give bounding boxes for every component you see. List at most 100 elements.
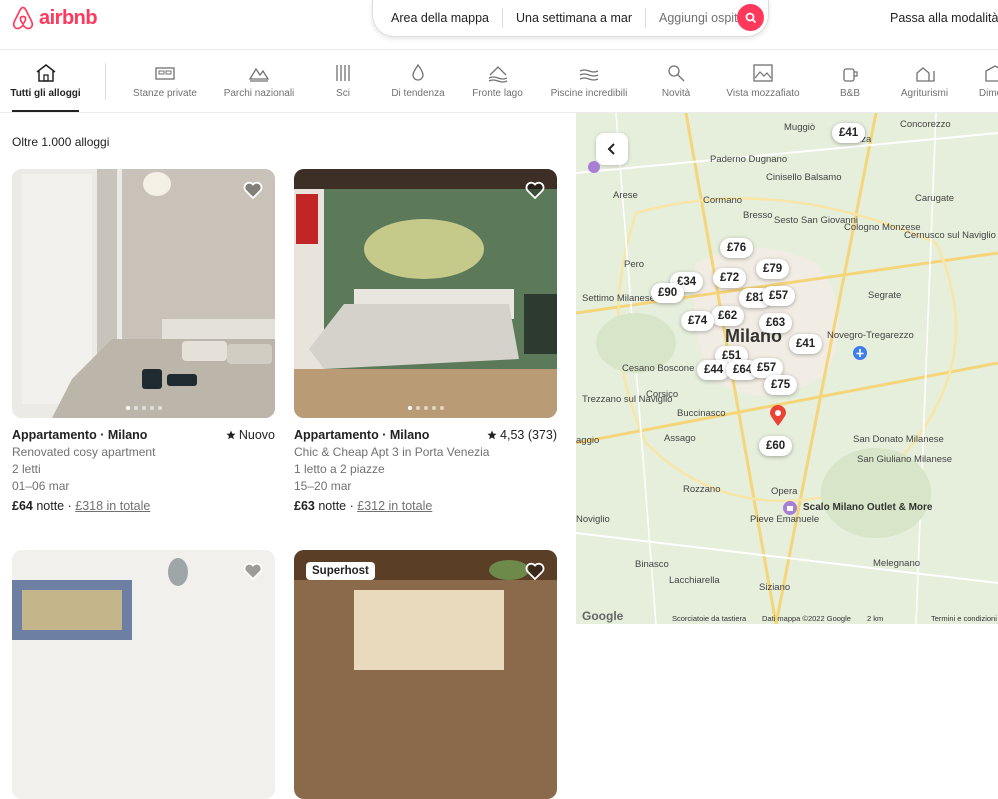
listing-card[interactable]: Superhost	[294, 550, 557, 799]
map-place-label: Cinisello Balsamo	[766, 172, 842, 183]
listing-photo[interactable]	[12, 550, 275, 799]
tab-agriturismi[interactable]: Agriturismi	[897, 51, 952, 112]
bed-icon	[155, 67, 175, 80]
keyboard-shortcuts-link[interactable]: Scorciatoie da tastiera	[672, 614, 746, 623]
listing-photo[interactable]	[294, 169, 557, 418]
heart-icon[interactable]	[243, 181, 263, 199]
tab-label: Dimore	[978, 88, 998, 99]
bedroom-photo	[294, 169, 557, 418]
heart-icon[interactable]	[243, 562, 263, 580]
map-price-pin[interactable]: £62	[711, 306, 745, 326]
map-place-label: Cesano Boscone	[622, 363, 695, 374]
tab-label: Agriturismi	[900, 88, 949, 99]
map-place-label: Segrate	[868, 290, 902, 301]
total-price-link[interactable]: £318 in totale	[75, 499, 150, 513]
listing-photo[interactable]: Superhost	[294, 550, 557, 799]
map-price-pin[interactable]: £90	[651, 283, 685, 303]
terms-link[interactable]: Termini e condizioni	[931, 614, 997, 623]
map-price-pin[interactable]: £41	[832, 123, 866, 143]
poi-marker-icon	[588, 161, 600, 173]
tab-tutti-gli-alloggi[interactable]: Tutti gli alloggi	[10, 51, 81, 112]
listing-beds: 2 letti	[12, 462, 41, 476]
map-price-pin[interactable]: £76	[720, 238, 754, 258]
map-scale: 2 km	[867, 614, 884, 623]
map-place-label: aggio	[576, 435, 600, 446]
map-place-label: Pieve Emanuele	[750, 514, 820, 525]
heart-icon[interactable]	[525, 562, 545, 580]
search-dates[interactable]: Una settimana a mar	[501, 8, 645, 28]
map-place-label: Rozzano	[683, 484, 721, 495]
listing-price: £63 notte · £312 in totale	[294, 499, 557, 513]
map-place-label: Noviglio	[576, 514, 610, 525]
switch-to-host-link[interactable]: Passa alla modalità host	[890, 11, 998, 25]
price-unit: notte ·	[32, 499, 76, 513]
listing-photo[interactable]	[12, 169, 275, 418]
search-button[interactable]	[737, 4, 764, 31]
map-price-pin[interactable]: £60	[759, 436, 793, 456]
star-icon	[226, 430, 236, 440]
map-place-label: San Donato Milanese	[853, 434, 944, 445]
map-place-label: Novegro-Tregarezzo	[827, 330, 914, 341]
listing-beds: 1 letto a 2 piazze	[294, 462, 385, 476]
tab-sci[interactable]: Sci	[331, 51, 355, 112]
sparkle-key-icon	[668, 65, 685, 82]
map-price-pin[interactable]: £74	[681, 311, 715, 331]
listing-card[interactable]: Appartamento · Milano Nuovo Renovated co…	[12, 169, 275, 513]
map-place-label: Melegnano	[873, 558, 921, 569]
map-place-label: Cernusco sul Naviglio	[904, 230, 996, 241]
search-icon	[745, 12, 756, 23]
map-price-pin[interactable]: £72	[713, 268, 747, 288]
breakfast-icon	[843, 68, 858, 82]
map-location-pin-icon	[770, 405, 786, 426]
tab-bnb[interactable]: B&B	[838, 51, 862, 112]
logo-text: airbnb	[39, 6, 98, 29]
tab-di-tendenza[interactable]: Di tendenza	[389, 51, 447, 112]
tab-label: Fronte lago	[472, 88, 523, 99]
map-price-pin[interactable]: £63	[759, 313, 793, 333]
tab-label: Stanze private	[133, 88, 197, 99]
map-price-pin[interactable]: £79	[756, 259, 790, 279]
nightly-price: £63	[294, 499, 315, 513]
map-price-pin[interactable]: £75	[764, 375, 798, 395]
map-place-label: Bresso	[743, 210, 773, 221]
tab-label: Parchi nazionali	[223, 88, 295, 99]
search-bar[interactable]: Area della mappa Una settimana a mar Agg…	[372, 0, 769, 37]
tab-stanze-private[interactable]: Stanze private	[131, 51, 199, 112]
chevron-left-icon	[607, 143, 615, 155]
airbnb-logo-icon	[12, 6, 34, 30]
photo-dots	[294, 406, 557, 410]
map-place-label: Arese	[613, 190, 638, 201]
listing-name: Renovated cosy apartment	[12, 445, 156, 459]
top-header: airbnb Area della mappa Una settimana a …	[0, 0, 998, 50]
listing-card[interactable]: Appartamento · Milano 4,53 (373) Chic & …	[294, 169, 557, 513]
map-place-label: Corsico	[646, 389, 679, 400]
map-place-label: Siziano	[759, 582, 791, 593]
farm-icon	[915, 67, 935, 82]
tab-vista-mozzafiato[interactable]: Vista mozzafiato	[723, 51, 803, 112]
airbnb-logo[interactable]: airbnb	[11, 5, 98, 31]
map-footer: Scorciatoie da tastiera Dati mappa ©2022…	[576, 612, 998, 624]
tab-piscine-incredibili[interactable]: Piscine incredibili	[548, 51, 630, 112]
heart-icon[interactable]	[525, 181, 545, 199]
map-place-label: Buccinasco	[677, 408, 726, 419]
map-place-label: Lacchiarella	[669, 575, 720, 586]
tab-dimore[interactable]: Dimore	[975, 51, 998, 112]
map-price-pin[interactable]: £57	[762, 286, 796, 306]
map-panel[interactable]: Muggiò Paderno Dugnano Cinisello Balsamo…	[576, 113, 998, 624]
tab-novita[interactable]: Novità	[660, 51, 692, 112]
listing-card[interactable]	[12, 550, 275, 799]
tab-fronte-lago[interactable]: Fronte lago	[470, 51, 525, 112]
map-data-attribution: Dati mappa ©2022 Google	[762, 614, 851, 623]
tab-label: Sci	[336, 88, 350, 99]
ski-icon	[336, 65, 350, 81]
lake-icon	[488, 66, 507, 83]
tab-parchi-nazionali[interactable]: Parchi nazionali	[222, 51, 296, 112]
nightly-price: £64	[12, 499, 33, 513]
map-place-label: Opera	[771, 486, 798, 497]
search-location[interactable]: Area della mappa	[373, 8, 502, 28]
listing-rating: 4,53 (373)	[487, 428, 557, 442]
tab-label: Piscine incredibili	[550, 88, 628, 99]
map-place-label: Muggiò	[784, 122, 816, 133]
total-price-link[interactable]: £312 in totale	[357, 499, 432, 513]
map-price-pin[interactable]: £41	[789, 334, 823, 354]
